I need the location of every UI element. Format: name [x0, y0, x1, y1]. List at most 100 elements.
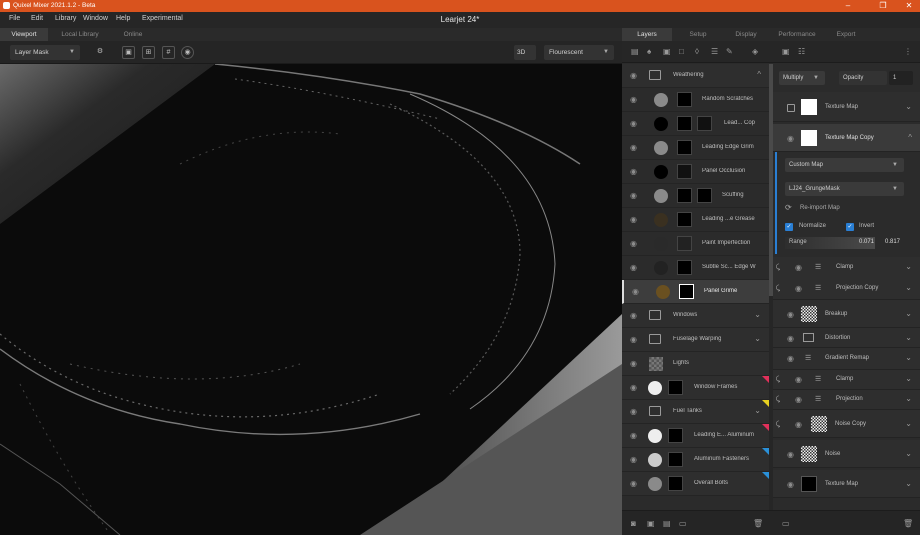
refresh-icon[interactable]: ⟳ [785, 203, 792, 212]
reimport-map-button[interactable]: Re-import Map [800, 205, 840, 211]
layer-row[interactable]: ◉ Subtle Sc... Edge W [622, 256, 769, 280]
invert-checkbox[interactable]: ✓ [846, 223, 854, 231]
drop-icon[interactable]: ◊ [695, 47, 699, 56]
tab-viewport[interactable]: Viewport [0, 28, 48, 41]
tab-setup[interactable]: Setup [676, 28, 720, 41]
surface-icon[interactable]: ▣ [663, 47, 671, 56]
mask-item-texture-map-2[interactable]: ◉ Texture Map ⌄ [773, 470, 920, 498]
visibility-checkbox[interactable] [787, 104, 795, 112]
eye-icon[interactable]: ◉ [630, 263, 637, 272]
more-options-icon[interactable]: ⋮ [904, 47, 912, 56]
opacity-input[interactable]: 1 [889, 71, 913, 85]
grid-view-icon[interactable]: ⊞ [142, 46, 155, 59]
eye-icon[interactable]: ◉ [630, 311, 637, 320]
range-max-value[interactable]: 0.817 [885, 239, 900, 245]
mask-item-noise[interactable]: ◉ Noise ⌄ [773, 440, 920, 468]
map-type-dropdown[interactable]: Custom Map ▼ [785, 158, 904, 172]
mask-item-gradient-remap[interactable]: ◉ ☰ Gradient Remap ⌄ [773, 348, 920, 370]
paint-icon[interactable]: ♠ [647, 47, 651, 56]
chevron-up-icon[interactable]: ^ [757, 70, 761, 79]
layers-icon[interactable]: ◈ [752, 47, 758, 56]
eye-icon[interactable]: ◉ [795, 420, 802, 429]
eye-icon[interactable]: ◉ [787, 310, 794, 319]
chevron-down-icon[interactable]: ⌄ [905, 309, 912, 318]
layer-row[interactable]: ◉ Windows ⌄ [622, 304, 769, 328]
eye-icon[interactable]: ◉ [787, 134, 794, 143]
mask-item-projection-copy[interactable]: ⤹ ◉ ☰ Projection Copy ⌄ [773, 278, 920, 300]
chevron-down-icon[interactable]: ⌄ [905, 283, 912, 292]
delete-icon[interactable]: 🗑 [753, 519, 763, 528]
mask-item-breakup[interactable]: ◉ Breakup ⌄ [773, 300, 920, 328]
delete-icon[interactable]: 🗑 [903, 519, 913, 528]
normalize-checkbox[interactable]: ✓ [785, 223, 793, 231]
chevron-down-icon[interactable]: ⌄ [905, 449, 912, 458]
layer-row[interactable]: ◉ Random Scratches [622, 88, 769, 112]
eye-icon[interactable]: ◉ [630, 455, 637, 464]
tab-local-library[interactable]: Local Library [52, 28, 108, 41]
chevron-down-icon[interactable]: ⌄ [905, 394, 912, 403]
eye-icon[interactable]: ◉ [795, 263, 802, 272]
layer-row[interactable]: ◉ Panel Occlusion [622, 160, 769, 184]
layer-row[interactable]: ◉ Paint Imperfection [622, 232, 769, 256]
eye-icon[interactable]: ◉ [795, 375, 802, 384]
eye-icon[interactable]: ◉ [630, 479, 637, 488]
eye-icon[interactable]: ◉ [630, 359, 637, 368]
mask-item-texture-map[interactable]: Texture Map ⌄ [773, 92, 920, 122]
add-smart-icon[interactable]: ▤ [663, 519, 671, 528]
eye-icon[interactable]: ◉ [787, 480, 794, 489]
eye-icon[interactable]: ◉ [630, 215, 637, 224]
mask-item-clamp-2[interactable]: ⤹ ◉ ☰ Clamp ⌄ [773, 370, 920, 390]
chevron-down-icon[interactable]: ⌄ [905, 262, 912, 271]
layer-row[interactable]: ◉ Overall Bolts [622, 472, 769, 496]
chevron-down-icon[interactable]: ⌄ [754, 310, 761, 319]
eye-icon[interactable]: ◉ [632, 287, 639, 296]
layer-row[interactable]: ◉ Window Frames [622, 376, 769, 400]
material-icon[interactable]: ▤ [631, 47, 639, 56]
mask-item-distortion[interactable]: ◉ Distortion ⌄ [773, 328, 920, 348]
add-mask-icon[interactable]: ▣ [647, 519, 655, 528]
eye-icon[interactable]: ◉ [787, 334, 794, 343]
layer-row[interactable]: ◉ Aluminum Fasteners [622, 448, 769, 472]
eye-icon[interactable]: ◉ [630, 71, 637, 80]
map-file-dropdown[interactable]: LJ24_GrungeMask ▼ [785, 182, 904, 196]
target-icon[interactable]: ◉ [181, 46, 194, 59]
chevron-down-icon[interactable]: ⌄ [905, 374, 912, 383]
eye-icon[interactable]: ◉ [630, 119, 637, 128]
chevron-down-icon[interactable]: ⌄ [905, 353, 912, 362]
add-folder-icon[interactable]: ▭ [679, 519, 687, 528]
solid-icon[interactable]: □ [679, 47, 684, 56]
mask-icon[interactable]: ▣ [782, 47, 790, 56]
eye-icon[interactable]: ◉ [630, 143, 637, 152]
range-min-value[interactable]: 0.071 [859, 239, 874, 245]
layer-row[interactable]: ◉ Scuffing [622, 184, 769, 208]
brush-tool-icon[interactable]: ⚙ [90, 46, 110, 59]
eye-icon[interactable]: ◉ [630, 431, 637, 440]
eye-icon[interactable]: ◉ [795, 284, 802, 293]
layer-row[interactable]: ◉ Fuel Tanks ⌄ [622, 400, 769, 424]
grid-icon[interactable]: # [162, 46, 175, 59]
chevron-down-icon[interactable]: ⌄ [905, 333, 912, 342]
mode-dropdown[interactable]: Layer Mask ▼ [10, 45, 80, 60]
brush-icon[interactable]: ✎ [726, 47, 733, 56]
eye-icon[interactable]: ◉ [795, 395, 802, 404]
filters-icon[interactable]: ☷ [798, 47, 805, 56]
eye-icon[interactable]: ◉ [630, 335, 637, 344]
mask-item-noise-copy[interactable]: ⤹ ◉ Noise Copy ⌄ [773, 410, 920, 438]
eye-icon[interactable]: ◉ [787, 450, 794, 459]
adjust-icon[interactable]: ☰ [711, 47, 718, 56]
layer-row[interactable]: ◉ Lead... Cop [622, 112, 769, 136]
maximize-button[interactable]: ❐ [873, 1, 893, 10]
close-button[interactable]: ✕ [899, 1, 919, 10]
tab-layers[interactable]: Layers [622, 28, 672, 41]
lighting-dropdown[interactable]: Flourescent ▼ [544, 45, 614, 60]
eye-icon[interactable]: ◉ [630, 95, 637, 104]
layer-row[interactable]: ◉ Leading E... Aluminum [622, 424, 769, 448]
eye-icon[interactable]: ◉ [630, 407, 637, 416]
chevron-down-icon[interactable]: ⌄ [905, 419, 912, 428]
add-folder-icon[interactable]: ▭ [782, 519, 790, 528]
layer-row-selected[interactable]: ◉ Panel Grime [622, 280, 769, 304]
eye-icon[interactable]: ◉ [630, 167, 637, 176]
layer-row[interactable]: ◉ Fuselage Warping ⌄ [622, 328, 769, 352]
view-mode-dropdown[interactable]: 3D [514, 45, 536, 60]
eye-icon[interactable]: ◉ [630, 239, 637, 248]
